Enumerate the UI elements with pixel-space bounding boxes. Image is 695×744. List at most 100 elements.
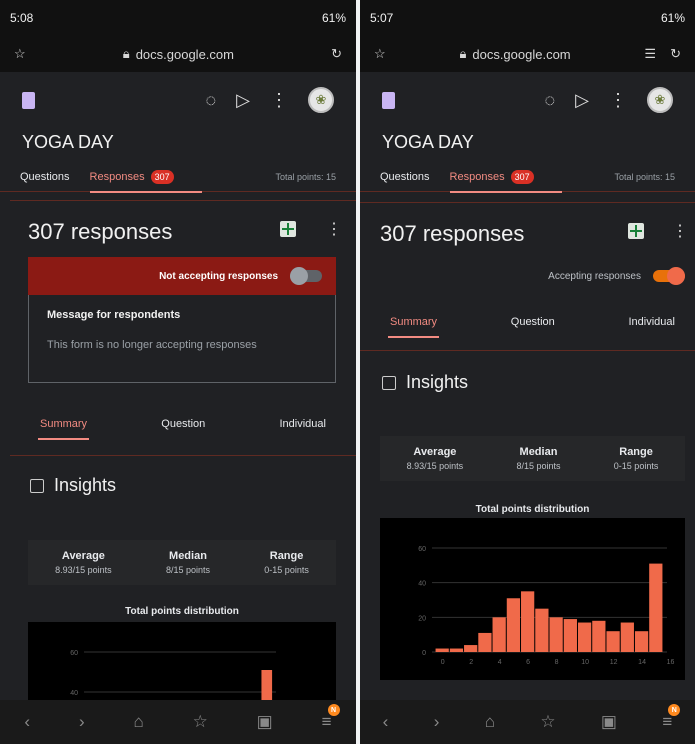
- browser-url-bar[interactable]: ☆ 🔒︎ docs.google.com ☰ ↻: [360, 36, 695, 72]
- more-vert-icon[interactable]: ⋮: [270, 90, 288, 111]
- x-tick-label: 16: [667, 659, 675, 666]
- y-tick-label: 60: [70, 650, 78, 657]
- home-icon[interactable]: ☆: [374, 46, 386, 62]
- send-icon[interactable]: ▷: [575, 90, 589, 111]
- back-icon[interactable]: ‹: [383, 712, 389, 732]
- palette-icon[interactable]: ◌: [544, 90, 555, 111]
- insights-icon: [382, 375, 396, 390]
- bookmarks-icon[interactable]: ☆: [540, 712, 555, 732]
- bar: [577, 622, 592, 652]
- url-text[interactable]: docs.google.com: [472, 47, 570, 62]
- subtab-question[interactable]: Question: [161, 418, 205, 430]
- bar: [506, 598, 521, 652]
- insights-label: Insights: [406, 372, 469, 392]
- status-battery: 61%: [660, 11, 685, 25]
- sheets-icon[interactable]: [628, 223, 644, 239]
- x-tick-label: 10: [581, 659, 589, 666]
- status-bar: 5:08 61%: [0, 0, 356, 36]
- subtab-summary[interactable]: Summary: [37, 418, 90, 440]
- y-tick-label: 20: [418, 615, 426, 622]
- app-bar: ◌ ▷ ⋮ ❀: [0, 78, 356, 122]
- subtab-individual[interactable]: Individual: [280, 418, 326, 430]
- left-screenshot: 5:08 61% ☆ 🔒︎ docs.google.com ↻ ◌ ▷ ⋮ ❀ Y…: [0, 0, 356, 744]
- lock-icon: 🔒︎: [122, 46, 130, 61]
- bar: [549, 617, 563, 652]
- browser-url-bar[interactable]: ☆ 🔒︎ docs.google.com ↻: [0, 36, 356, 72]
- form-title: YOGA DAY: [382, 132, 474, 152]
- distribution-chart: 0 20 40 60 0 2 4 6 8 10 12 14 16: [380, 518, 685, 680]
- menu-icon[interactable]: ≡ N: [322, 704, 340, 732]
- home-icon[interactable]: ⌂: [485, 712, 495, 732]
- browser-nav-bar: ‹ › ⌂ ☆ ▣ ≡ N: [0, 700, 356, 744]
- menu-icon[interactable]: ≡ N: [662, 704, 681, 732]
- x-tick-label: 12: [610, 659, 618, 666]
- insights-icon: [30, 478, 44, 493]
- notification-badge: N: [327, 704, 340, 716]
- send-icon[interactable]: ▷: [236, 90, 250, 111]
- tabs-icon[interactable]: ▣: [257, 712, 273, 732]
- reload-icon[interactable]: ↻: [670, 46, 681, 62]
- avatar[interactable]: ❀: [308, 87, 334, 113]
- home-icon[interactable]: ⌂: [133, 712, 143, 732]
- subtab-summary[interactable]: Summary: [387, 316, 440, 338]
- y-tick-label: 0: [422, 650, 426, 657]
- distribution-chart-svg: 40 60: [70, 650, 276, 702]
- bar: [449, 648, 464, 652]
- message-text[interactable]: This form is no longer accepting respons…: [47, 339, 317, 351]
- distribution-chart-svg: 0 20 40 60 0 2 4 6 8 10 12 14 16: [418, 546, 675, 666]
- bar: [492, 617, 506, 652]
- more-vert-icon[interactable]: ⋮: [672, 221, 688, 241]
- x-tick-label: 6: [526, 659, 530, 666]
- bar: [634, 631, 649, 652]
- stat-median: Median 8/15 points: [165, 550, 211, 575]
- forward-icon[interactable]: ›: [434, 712, 440, 732]
- responses-header: 307 responses: [380, 221, 525, 246]
- tab-responses[interactable]: Responses 307: [449, 162, 562, 193]
- status-bar: 5:07 61%: [360, 0, 695, 36]
- x-tick-label: 0: [441, 659, 445, 666]
- tabs-icon[interactable]: ▣: [601, 712, 617, 732]
- reader-mode-icon[interactable]: ☰: [644, 46, 656, 62]
- accepting-responses-toggle[interactable]: [290, 267, 322, 285]
- stat-range: Range 0-15 points: [613, 446, 659, 471]
- tab-responses[interactable]: Responses 307: [89, 162, 202, 193]
- form-tabs: Questions Responses 307 Total points: 15: [360, 162, 695, 193]
- total-points: Total points: 15: [614, 171, 675, 182]
- avatar[interactable]: ❀: [647, 87, 673, 113]
- insights-label: Insights: [54, 475, 117, 495]
- reload-icon[interactable]: ↻: [331, 46, 342, 62]
- y-tick-label: 60: [418, 546, 426, 553]
- bookmarks-icon[interactable]: ☆: [193, 712, 208, 732]
- bar: [592, 620, 606, 652]
- more-vert-icon[interactable]: ⋮: [326, 219, 342, 239]
- bar: [563, 619, 577, 652]
- back-icon[interactable]: ‹: [24, 712, 30, 732]
- bar: [535, 608, 549, 652]
- palette-icon[interactable]: ◌: [205, 90, 216, 111]
- insights-title: Insights: [30, 475, 116, 496]
- y-tick-label: 40: [418, 581, 426, 588]
- tab-questions[interactable]: Questions: [380, 162, 430, 192]
- forward-icon[interactable]: ›: [79, 712, 85, 732]
- stat-median: Median 8/15 points: [516, 446, 561, 471]
- stat-range: Range 0-15 points: [264, 550, 309, 575]
- home-icon[interactable]: ☆: [14, 46, 26, 62]
- bar: [435, 648, 449, 652]
- x-tick-label: 8: [555, 659, 559, 666]
- forms-logo-icon: [382, 91, 395, 109]
- app-bar: ◌ ▷ ⋮ ❀: [360, 78, 695, 122]
- url-text[interactable]: docs.google.com: [136, 47, 234, 62]
- sheets-icon[interactable]: [280, 221, 296, 237]
- message-for-respondents: Message for respondents This form is no …: [28, 295, 336, 383]
- tab-responses-label: Responses: [449, 170, 505, 183]
- responses-count-badge: 307: [150, 169, 174, 184]
- x-tick-label: 14: [638, 659, 646, 666]
- more-vert-icon[interactable]: ⋮: [609, 90, 627, 111]
- subtab-question[interactable]: Question: [511, 316, 555, 328]
- tab-questions[interactable]: Questions: [20, 162, 70, 192]
- accepting-responses-toggle[interactable]: [653, 267, 685, 285]
- bar: [261, 670, 273, 702]
- form-title: YOGA DAY: [22, 132, 114, 152]
- subtab-individual[interactable]: Individual: [629, 316, 675, 328]
- notification-badge: N: [668, 704, 681, 716]
